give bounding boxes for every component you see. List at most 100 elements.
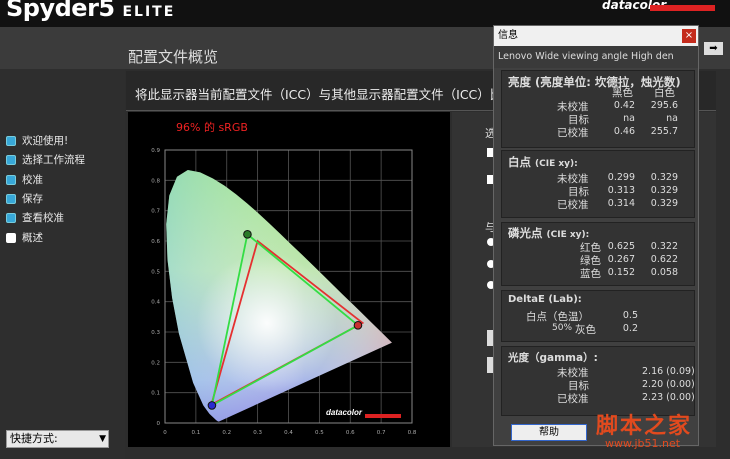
gamut-chart-panel: 0 0.1 0.2 0.3 0.4 0.5 0.6 0.7 0.8 0 0.1 0.2 0.3 0.4 0.… (128, 112, 450, 447)
value-y: 0.058 (650, 267, 678, 278)
x-tick-label: 0.1 (192, 430, 201, 436)
primary-marker (243, 230, 252, 239)
sidebar-item-label: 保存 (22, 193, 43, 205)
row-label: 灰色 (575, 324, 596, 336)
brightness-section: 亮度 (亮度单位: 坎德拉，烛光数) 黑色 白色 未校准 0.42 295.6 … (501, 70, 695, 148)
value-white: na (666, 113, 678, 124)
sidebar-item-save[interactable]: 保存 (6, 191, 43, 206)
chevron-down-icon: ▼ (99, 434, 106, 444)
step-marker-icon (6, 135, 16, 146)
deltae-section: DeltaE (Lab): 白点（色温） 0.5 50% 灰色 0.2 (501, 290, 695, 342)
gamut-chart: 0 0.1 0.2 0.3 0.4 0.5 0.6 0.7 0.8 0 0.1 0.2 0.3 0.4 0.… (151, 148, 417, 436)
x-tick-label: 0.3 (253, 430, 262, 436)
shortcut-select[interactable]: 快捷方式: ▼ (6, 430, 109, 448)
value-x: 0.313 (607, 185, 635, 196)
y-tick-label: 0.9 (151, 148, 160, 154)
x-tick-label: 0.6 (346, 430, 355, 436)
step-marker-icon (6, 232, 16, 243)
x-tick-label: 0.4 (284, 430, 293, 436)
phosphor-title-text: 磷光点 (508, 226, 543, 240)
content-header-text: 将此显示器当前配置文件（ICC）与其他显示器配置文件（ICC）比 (135, 87, 503, 102)
chart-brand-bar (365, 414, 401, 418)
brand-logo-bar (650, 5, 715, 11)
row-label: 已校准 (557, 199, 589, 211)
whitepoint-title: 白点 (CIE xy): (508, 154, 578, 170)
dialog-title: 信息 (494, 26, 698, 46)
primary-marker (353, 321, 363, 330)
y-tick-label: 0 (157, 421, 161, 427)
sidebar-item-overview[interactable]: 概述 (6, 230, 43, 245)
phosphor-title: 磷光点 (CIE xy): (508, 225, 589, 241)
value-y: 0.329 (650, 185, 678, 196)
sidebar-item-label: 查看校准 (22, 212, 64, 224)
sidebar-item-label: 选择工作流程 (22, 154, 85, 166)
value-black: 0.46 (613, 126, 635, 137)
value-gamma: 2.23 (0.00) (642, 392, 695, 403)
sidebar-item-label: 欢迎使用! (22, 135, 69, 147)
x-tick-label: 0.7 (377, 430, 386, 436)
sidebar-item-workflow[interactable]: 选择工作流程 (6, 152, 85, 167)
value-deltae: 0.2 (622, 323, 638, 334)
title-bar: Spyder5 ELITE datacolor (0, 0, 730, 27)
x-tick-label: 0.5 (315, 430, 324, 436)
help-button[interactable]: 帮助 (511, 424, 587, 441)
phosphor-section: 磷光点 (CIE xy): 红色 0.625 0.322 绿色 0.267 0.… (501, 222, 695, 286)
close-icon[interactable]: × (682, 29, 696, 43)
primary-marker (207, 401, 217, 410)
gamma-title: 光度（gamma）: (508, 352, 598, 364)
deltae-title: DeltaE (Lab): (508, 294, 582, 305)
value-y: 0.329 (650, 198, 678, 209)
whitepoint-section: 白点 (CIE xy): 未校准 0.299 0.329 目标 0.313 0.… (501, 150, 695, 218)
value-x: 0.267 (607, 254, 635, 265)
whitepoint-title-suffix: (CIE xy): (535, 159, 578, 169)
sidebar-item-label: 概述 (22, 232, 43, 244)
value-y: 0.329 (650, 172, 678, 183)
value-white: 255.7 (650, 126, 678, 137)
sidebar-item-welcome[interactable]: 欢迎使用! (6, 133, 68, 148)
value-gamma: 2.20 (0.00) (642, 379, 695, 390)
sidebar-item-label: 校准 (22, 174, 43, 186)
app-logo-main: Spyder5 (6, 0, 115, 22)
info-dialog: 信息 × Lenovo Wide viewing angle High den … (493, 25, 699, 446)
step-marker-icon (6, 154, 16, 165)
watermark-text: 脚本之家 (596, 414, 693, 439)
spectral-locus (166, 170, 392, 422)
step-marker-icon (6, 174, 16, 185)
y-tick-label: 0.6 (151, 239, 160, 245)
app-window: Spyder5 ELITE datacolor 配置文件概览 欢迎使用! 选择工… (0, 0, 730, 459)
value-y: 0.622 (650, 254, 678, 265)
y-tick-label: 0.1 (151, 391, 160, 397)
app-logo: Spyder5 ELITE (6, 0, 175, 22)
forward-arrow-icon[interactable]: ➡ (704, 42, 723, 55)
value-black: 0.42 (613, 100, 635, 111)
value-gamma: 2.16 (0.09) (642, 366, 695, 377)
y-tick-label: 0.3 (151, 330, 160, 336)
sidebar-item-calibrate[interactable]: 校准 (6, 172, 43, 187)
sidebar (0, 69, 125, 459)
display-name: Lenovo Wide viewing angle High den (494, 46, 698, 68)
step-marker-icon (6, 212, 16, 223)
value-x: 0.625 (607, 241, 635, 252)
y-tick-label: 0.4 (151, 300, 160, 306)
y-tick-label: 0.5 (151, 269, 160, 275)
row-label: 已校准 (557, 393, 589, 405)
x-tick-label: 0.8 (408, 430, 417, 436)
row-prefix: 50% (552, 323, 573, 333)
shortcut-select-label: 快捷方式: (10, 432, 58, 445)
page-title: 配置文件概览 (128, 48, 219, 66)
y-tick-label: 0.2 (151, 360, 160, 366)
chart-brand: datacolor (326, 408, 363, 417)
sidebar-item-review[interactable]: 查看校准 (6, 210, 64, 225)
x-tick-label: 0 (163, 430, 167, 436)
value-y: 0.322 (650, 241, 678, 252)
value-black: na (623, 113, 635, 124)
value-deltae: 0.5 (622, 310, 638, 321)
white-point-glow (196, 252, 337, 393)
whitepoint-title-text: 白点 (508, 155, 531, 169)
y-tick-label: 0.7 (151, 209, 160, 215)
watermark-url: www.jb51.net (605, 437, 681, 450)
column-white: 白色 (654, 87, 675, 99)
value-x: 0.299 (607, 172, 635, 183)
gamma-section: 光度（gamma）: 未校准 2.16 (0.09) 目标 2.20 (0.00… (501, 346, 695, 416)
phosphor-title-suffix: (CIE xy): (546, 230, 590, 240)
